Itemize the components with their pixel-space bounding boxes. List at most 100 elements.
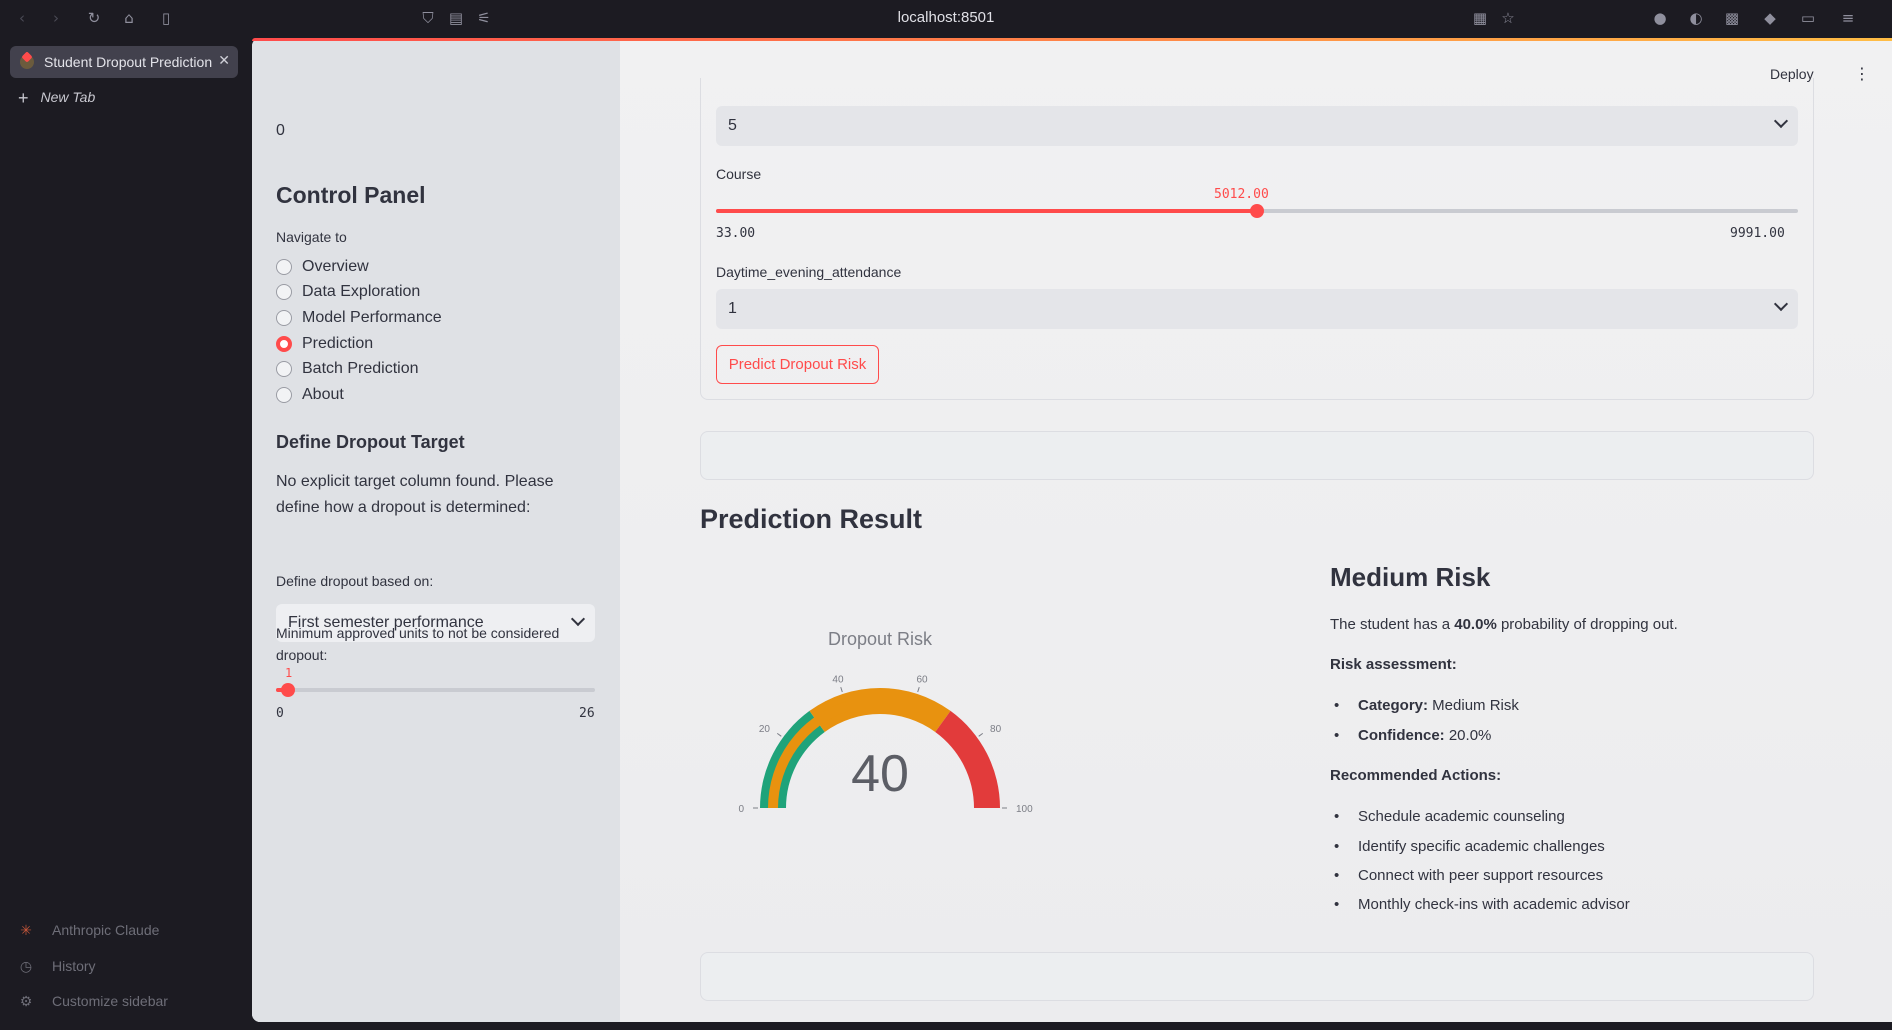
qr-icon[interactable]: ▦ [1470, 8, 1490, 28]
radio-icon [276, 361, 292, 377]
course-slider-max: 9991.00 [1730, 226, 1785, 241]
back-icon[interactable]: ‹ [12, 8, 32, 28]
shield-icon[interactable]: ⛉ [418, 8, 438, 28]
nav-radio-overview[interactable]: Overview [276, 256, 369, 278]
nav-radio-prediction[interactable]: Prediction [276, 333, 373, 355]
course-slider-thumb[interactable] [1250, 204, 1264, 218]
footer-label: History [52, 958, 96, 974]
category-key: Category: [1358, 697, 1429, 714]
sidebar-footer-customize[interactable]: ⚙ Customize sidebar [18, 993, 168, 1010]
action-text: Monthly check-ins with academic advisor [1358, 896, 1630, 913]
menu-icon[interactable]: ≡ [1838, 8, 1858, 28]
radio-label: Data Exploration [302, 283, 421, 300]
streamlit-favicon-icon [20, 55, 34, 69]
vertical-tabs-sidebar: Student Dropout Prediction ✕ + New Tab ✳ A… [0, 36, 252, 1030]
chevron-down-icon [1773, 113, 1789, 129]
prediction-result-title: Prediction Result [700, 504, 923, 534]
app-sidebar: 0 Control Panel Navigate to Overview Dat… [252, 38, 620, 1022]
page-icon[interactable]: ▤ [446, 8, 466, 28]
min-units-slider-min: 0 [276, 706, 284, 721]
radio-label: About [302, 386, 344, 403]
footer-label: Anthropic Claude [52, 922, 160, 938]
summary-prefix: The student has a [1330, 616, 1455, 633]
nav-radio-data-exploration[interactable]: Data Exploration [276, 281, 420, 303]
container-icon[interactable]: ◆ [1760, 8, 1780, 28]
gauge-tick-label: 0 [738, 804, 744, 815]
main-content: Deploy ⋮ 5 Course 5012.00 33.00 9991.00 … [620, 38, 1892, 1022]
min-units-slider-track[interactable] [276, 688, 595, 692]
radio-label: Prediction [302, 335, 374, 352]
category-value: Medium Risk [1428, 697, 1519, 714]
gauge-tick-mark [840, 687, 843, 693]
history-icon: ◷ [19, 959, 33, 975]
sidebar-footer-claude[interactable]: ✳ Anthropic Claude [18, 922, 159, 939]
new-tab-label: New Tab [40, 89, 96, 105]
account-icon[interactable]: ● [1650, 8, 1670, 28]
sidebar-footer-history[interactable]: ◷ History [18, 958, 96, 975]
reload-icon[interactable]: ↻ [84, 8, 104, 28]
gauge-value: 40 [851, 745, 909, 803]
control-panel-title: Control Panel [276, 182, 426, 208]
extensions-grid-icon[interactable]: ▩ [1722, 8, 1742, 28]
select-value: 5 [728, 117, 737, 134]
tab-title: Student Dropout Prediction [44, 54, 213, 70]
min-units-slider-thumb[interactable] [281, 683, 295, 697]
nav-radio-batch-prediction[interactable]: Batch Prediction [276, 358, 419, 380]
risk-assessment-label: Risk assessment: [1330, 656, 1457, 673]
gauge-tick-label: 40 [832, 675, 844, 686]
close-tab-icon[interactable]: ✕ [218, 52, 230, 69]
streamlit-app: 0 Control Panel Navigate to Overview Dat… [252, 38, 1892, 1022]
predict-dropout-risk-button[interactable]: Predict Dropout Risk [716, 345, 879, 384]
nav-label: Navigate to [276, 229, 347, 245]
dropout-risk-gauge: Dropout Risk 0 20 40 60 80 100 40 [738, 629, 1033, 815]
action-item: Monthly check-ins with academic advisor [1334, 896, 1630, 913]
nav-radio-about[interactable]: About [276, 384, 344, 406]
bookmark-star-icon[interactable]: ☆ [1498, 8, 1518, 28]
summary-suffix: probability of dropping out. [1496, 616, 1678, 633]
min-units-slider-max: 26 [579, 706, 595, 721]
claude-icon: ✳ [20, 923, 32, 939]
recommended-actions-label: Recommended Actions: [1330, 767, 1502, 784]
dropout-basis-label: Define dropout based on: [276, 573, 434, 589]
radio-icon [276, 259, 292, 275]
radio-selected-icon [276, 336, 292, 352]
gauge-tick-label: 100 [1016, 804, 1033, 815]
min-units-slider-value: 1 [285, 666, 293, 680]
more-options-icon[interactable]: ⋮ [1854, 64, 1870, 83]
url-text[interactable]: localhost:8501 [898, 9, 995, 26]
forward-icon[interactable]: › [46, 8, 66, 28]
browser-toolbar: ‹ › ↻ ⌂ ▯ ⛉ ▤ ⚟ localhost:8501 ▦ ☆ ● ◐ ▩… [0, 0, 1892, 36]
new-tab-button[interactable]: + New Tab [18, 88, 95, 109]
top-select[interactable]: 5 [716, 106, 1798, 146]
sidebar-toggle-icon[interactable]: ▯ [156, 8, 176, 28]
course-label: Course [716, 166, 762, 182]
radio-icon [276, 387, 292, 403]
min-units-label: Minimum approved units to not be conside… [276, 625, 560, 663]
chevron-down-icon [1773, 296, 1789, 312]
gauge-tick-mark [978, 732, 984, 737]
reader-icon[interactable]: ▭ [1798, 8, 1818, 28]
home-icon[interactable]: ⌂ [119, 8, 139, 28]
course-slider-value: 5012.00 [1214, 187, 1269, 202]
attendance-label: Daytime_evening_attendance [716, 264, 902, 280]
extension-icon[interactable]: ◐ [1686, 8, 1706, 28]
attendance-select[interactable]: 1 [716, 289, 1798, 329]
risk-summary: The student has a 40.0% probability of d… [1330, 616, 1678, 633]
summary-probability: 40.0% [1454, 616, 1497, 633]
nav-radio-model-performance[interactable]: Model Performance [276, 307, 442, 329]
radio-icon [276, 310, 292, 326]
permissions-icon[interactable]: ⚟ [474, 8, 494, 28]
active-tab[interactable]: Student Dropout Prediction ✕ [10, 46, 238, 78]
gauge-tick-label: 60 [916, 675, 928, 686]
action-item: Identify specific academic challenges [1334, 838, 1605, 855]
confidence-value: 20.0% [1444, 727, 1492, 744]
radio-label: Overview [302, 258, 369, 275]
dropout-target-title: Define Dropout Target [276, 432, 465, 452]
plus-icon: + [18, 88, 29, 108]
action-text: Schedule academic counseling [1358, 808, 1565, 825]
gauge-tick-mark [776, 732, 782, 737]
app-decoration-line [252, 38, 1892, 41]
radio-label: Model Performance [302, 309, 442, 326]
gear-icon: ⚙ [19, 994, 33, 1010]
confidence-item: Confidence: 20.0% [1334, 727, 1492, 744]
